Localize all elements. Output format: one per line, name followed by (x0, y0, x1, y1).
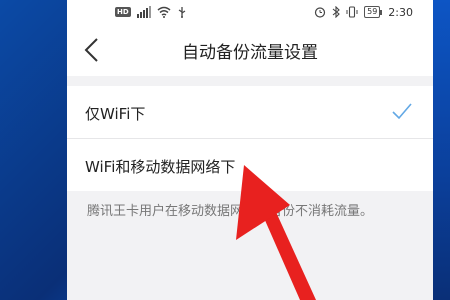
option-wifi-only[interactable]: 仅WiFi下 (67, 86, 433, 139)
option-label: 仅WiFi下 (85, 105, 146, 123)
status-bar: HD 59 2:30 (67, 0, 433, 24)
wifi-icon (157, 6, 171, 18)
battery-level: 59 (364, 6, 381, 18)
signal-icon (136, 6, 151, 18)
hd-icon: HD (115, 7, 131, 17)
desktop-side-panel (433, 0, 450, 300)
phone-screen: HD 59 2:30 自动备份流量设置 仅WiFi下 WiFi和移动数据网络下 … (67, 0, 433, 300)
checkmark-icon (392, 103, 412, 120)
status-right-icons: 59 2:30 (314, 4, 413, 20)
vibrate-icon (346, 6, 358, 18)
backup-options-list: 仅WiFi下 WiFi和移动数据网络下 (67, 86, 433, 191)
clock: 2:30 (388, 5, 413, 19)
battery-icon: 59 (364, 6, 383, 18)
bluetooth-icon (332, 6, 340, 18)
page-header: 自动备份流量设置 (67, 24, 433, 76)
option-wifi-and-mobile[interactable]: WiFi和移动数据网络下 (67, 139, 433, 191)
battery-tip (380, 9, 383, 15)
info-note: 腾讯王卡用户在移动数据网络下备份不消耗流量。 (87, 204, 374, 219)
option-label: WiFi和移动数据网络下 (85, 158, 236, 176)
usb-icon (178, 7, 186, 18)
page-title: 自动备份流量设置 (182, 43, 318, 63)
status-left-icons: HD (115, 5, 187, 19)
alarm-icon (315, 7, 326, 18)
